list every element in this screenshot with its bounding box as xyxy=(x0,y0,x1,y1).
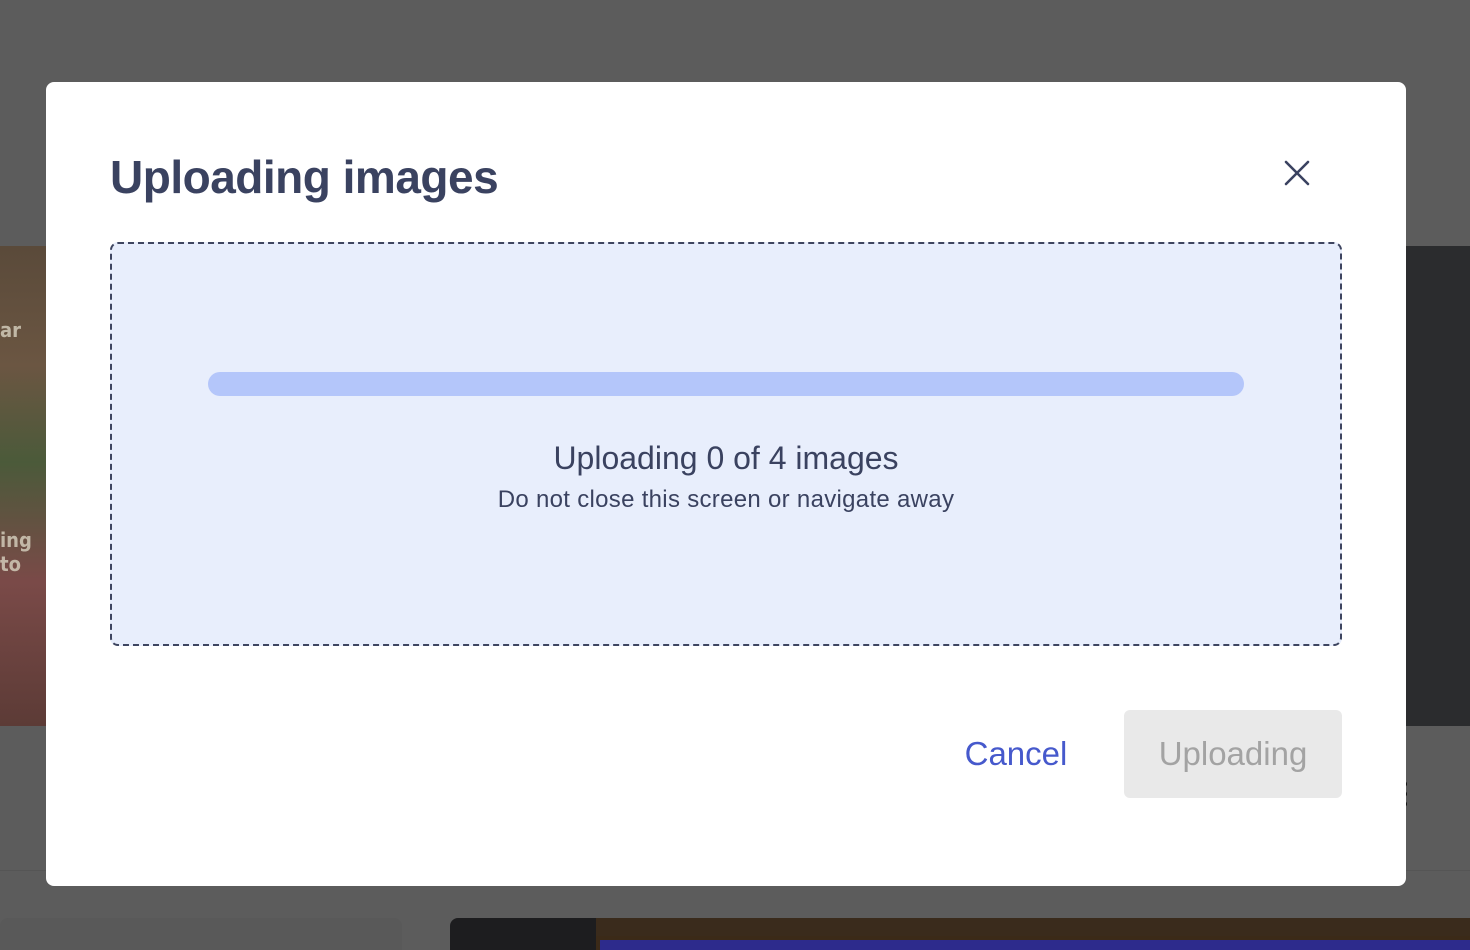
upload-warning-text: Do not close this screen or navigate awa… xyxy=(497,486,955,513)
close-button[interactable] xyxy=(1276,154,1316,194)
background-screenshot-window xyxy=(600,940,1470,950)
background-photo: ar ing to xyxy=(0,246,46,726)
cancel-button[interactable]: Cancel xyxy=(946,710,1086,798)
upload-modal: Uploading images Uploading 0 of 4 images… xyxy=(46,82,1406,886)
background-screenshot-thumbnail xyxy=(596,918,1470,950)
background-screenshot-menubar xyxy=(596,918,1470,936)
uploading-button: Uploading xyxy=(1124,710,1342,798)
close-icon xyxy=(1284,160,1310,186)
background-photo-text-top: ar xyxy=(0,318,22,342)
upload-status-text: Uploading 0 of 4 images xyxy=(553,440,899,476)
upload-progress-bar xyxy=(208,372,1244,396)
background-card-screenshot xyxy=(450,918,1470,950)
modal-title: Uploading images xyxy=(110,151,499,203)
page: ar ing to Uploading images Uploading 0 o… xyxy=(0,0,1470,950)
background-card xyxy=(0,918,402,950)
background-photo-text-mid: ing to xyxy=(0,528,32,576)
upload-dropzone: Uploading 0 of 4 images Do not close thi… xyxy=(110,242,1342,646)
